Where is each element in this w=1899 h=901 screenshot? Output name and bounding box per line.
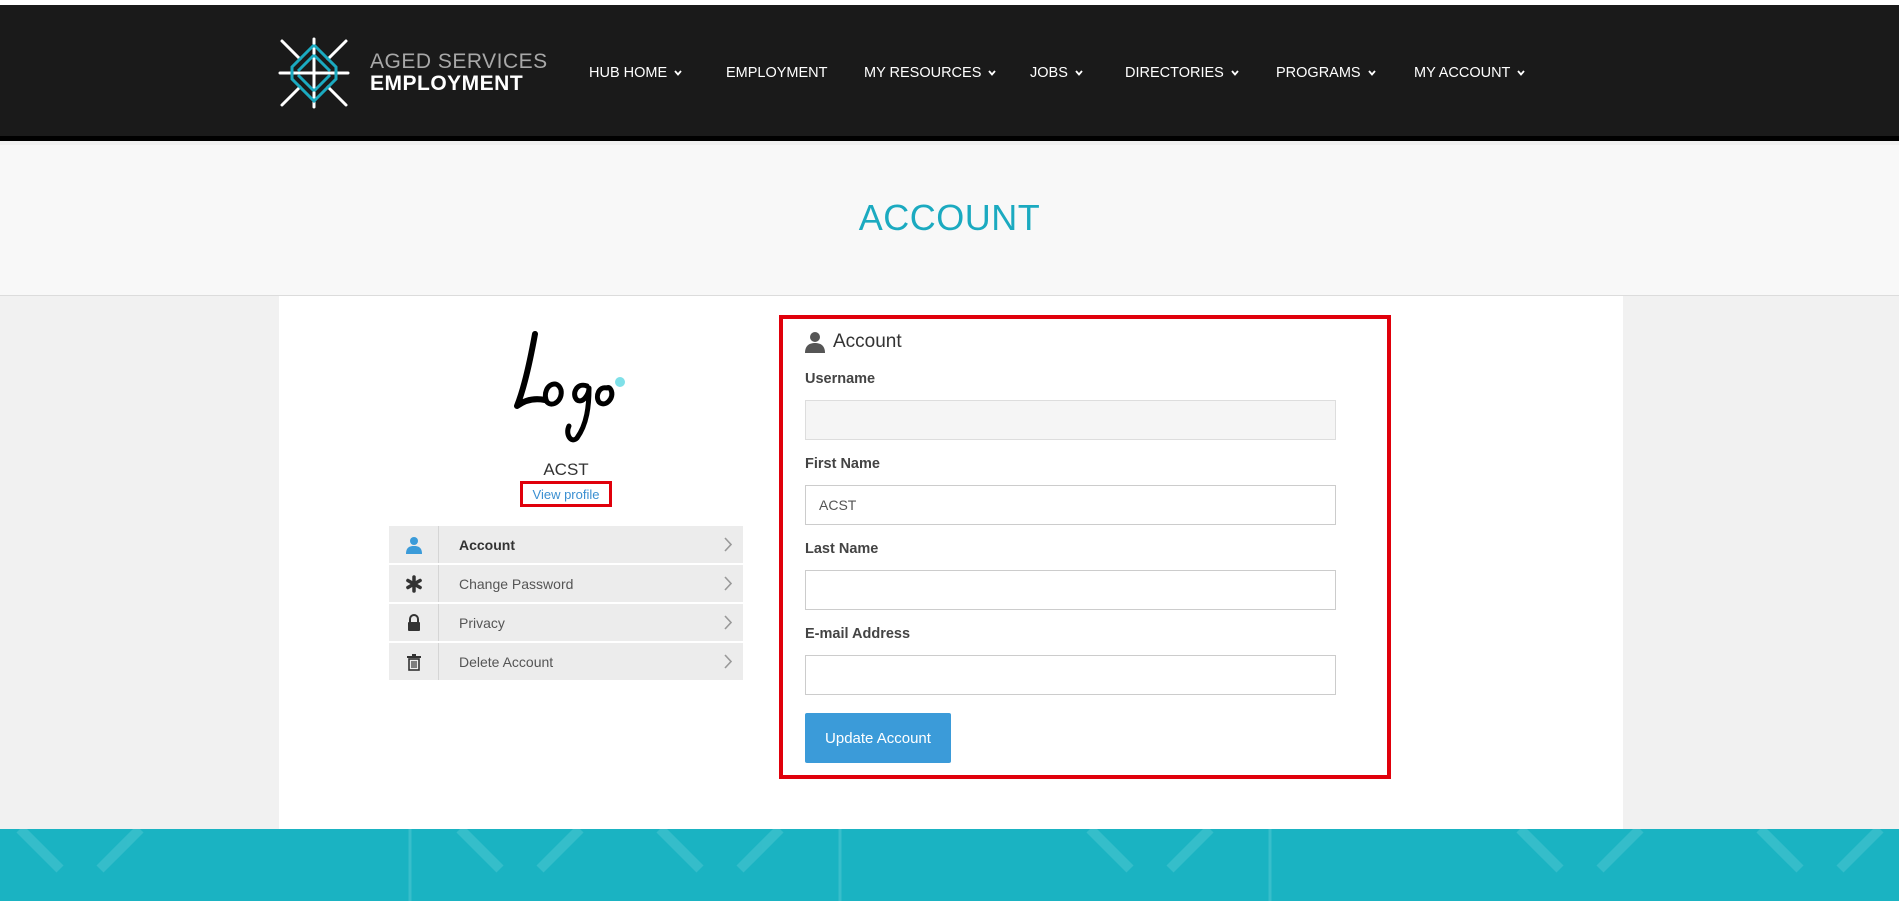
- first-name-label: First Name: [805, 456, 880, 472]
- nav-my-account[interactable]: MY ACCOUNT: [1414, 65, 1526, 81]
- nav-jobs[interactable]: JOBS: [1030, 65, 1084, 81]
- nav-label: HUB HOME: [589, 65, 668, 81]
- chevron-down-icon: [674, 70, 682, 76]
- nav-label: JOBS: [1030, 65, 1068, 81]
- nav-label: EMPLOYMENT: [726, 65, 828, 81]
- brand-line2: EMPLOYMENT: [370, 72, 524, 95]
- chevron-right-icon: [724, 654, 733, 669]
- footer-banner: [0, 829, 1899, 901]
- brand-mark-icon: [278, 37, 350, 109]
- nav-programs[interactable]: PROGRAMS: [1276, 65, 1377, 81]
- email-label: E-mail Address: [805, 626, 911, 642]
- sidebar-item-privacy[interactable]: Privacy: [389, 604, 743, 641]
- sidebar-item-label: Change Password: [459, 575, 574, 592]
- nav-label: DIRECTORIES: [1125, 65, 1224, 81]
- form-header: Account: [805, 331, 902, 353]
- page-banner: ACCOUNT: [0, 145, 1899, 296]
- chevron-down-icon: [1517, 70, 1526, 76]
- nav-employment[interactable]: EMPLOYMENT: [726, 65, 828, 81]
- last-name-label: Last Name: [805, 541, 879, 557]
- nav-label: MY ACCOUNT: [1414, 65, 1511, 81]
- user-icon: [389, 526, 439, 563]
- sidebar-item-label: Privacy: [459, 614, 505, 631]
- chevron-down-icon: [1231, 70, 1239, 76]
- footer-pattern: [16, 829, 1884, 901]
- brand-logo[interactable]: AGED SERVICES EMPLOYMENT: [278, 37, 548, 109]
- chevron-down-icon: [988, 70, 997, 76]
- chevron-right-icon: [724, 537, 733, 552]
- chevron-right-icon: [724, 576, 733, 591]
- brand-line1: AGED SERVICES: [370, 49, 548, 73]
- sidebar-item-change-password[interactable]: Change Password: [389, 565, 743, 602]
- email-field[interactable]: [805, 655, 1336, 695]
- account-sidebar: Account Change Password Privacy Delete A…: [389, 526, 743, 682]
- profile-logo-image: [514, 331, 625, 443]
- username-field[interactable]: [805, 400, 1336, 440]
- first-name-field[interactable]: [805, 485, 1336, 525]
- asterisk-icon: [389, 565, 439, 602]
- sidebar-item-delete-account[interactable]: Delete Account: [389, 643, 743, 680]
- nav-directories[interactable]: DIRECTORIES: [1125, 65, 1240, 81]
- account-form: Account Username First Name Last Name E-…: [779, 315, 1391, 779]
- update-account-button[interactable]: Update Account: [805, 713, 951, 763]
- sidebar-item-account[interactable]: Account: [389, 526, 743, 563]
- account-content: ACST View profile Account Change Passwor…: [279, 296, 1623, 829]
- profile-name: ACST: [543, 460, 589, 479]
- nav-label: MY RESOURCES: [864, 65, 982, 81]
- page-title: ACCOUNT: [858, 197, 1041, 238]
- nav-label: PROGRAMS: [1276, 65, 1361, 81]
- nav-my-resources[interactable]: MY RESOURCES: [864, 65, 997, 81]
- view-profile-highlight: View profile: [520, 481, 612, 507]
- site-header: AGED SERVICES EMPLOYMENT HUB HOME EMPLOY…: [0, 5, 1899, 141]
- chevron-right-icon: [724, 615, 733, 630]
- form-title: Account: [833, 331, 902, 352]
- view-profile-link[interactable]: View profile: [533, 487, 600, 502]
- sidebar-item-label: Delete Account: [459, 653, 554, 670]
- chevron-down-icon: [1075, 70, 1083, 76]
- trash-icon: [389, 643, 439, 680]
- last-name-field[interactable]: [805, 570, 1336, 610]
- lock-icon: [389, 604, 439, 641]
- nav-hub-home[interactable]: HUB HOME: [589, 65, 683, 81]
- username-label: Username: [805, 371, 876, 387]
- chevron-down-icon: [1367, 70, 1376, 76]
- user-icon: [805, 332, 825, 353]
- sidebar-item-label: Account: [459, 536, 515, 553]
